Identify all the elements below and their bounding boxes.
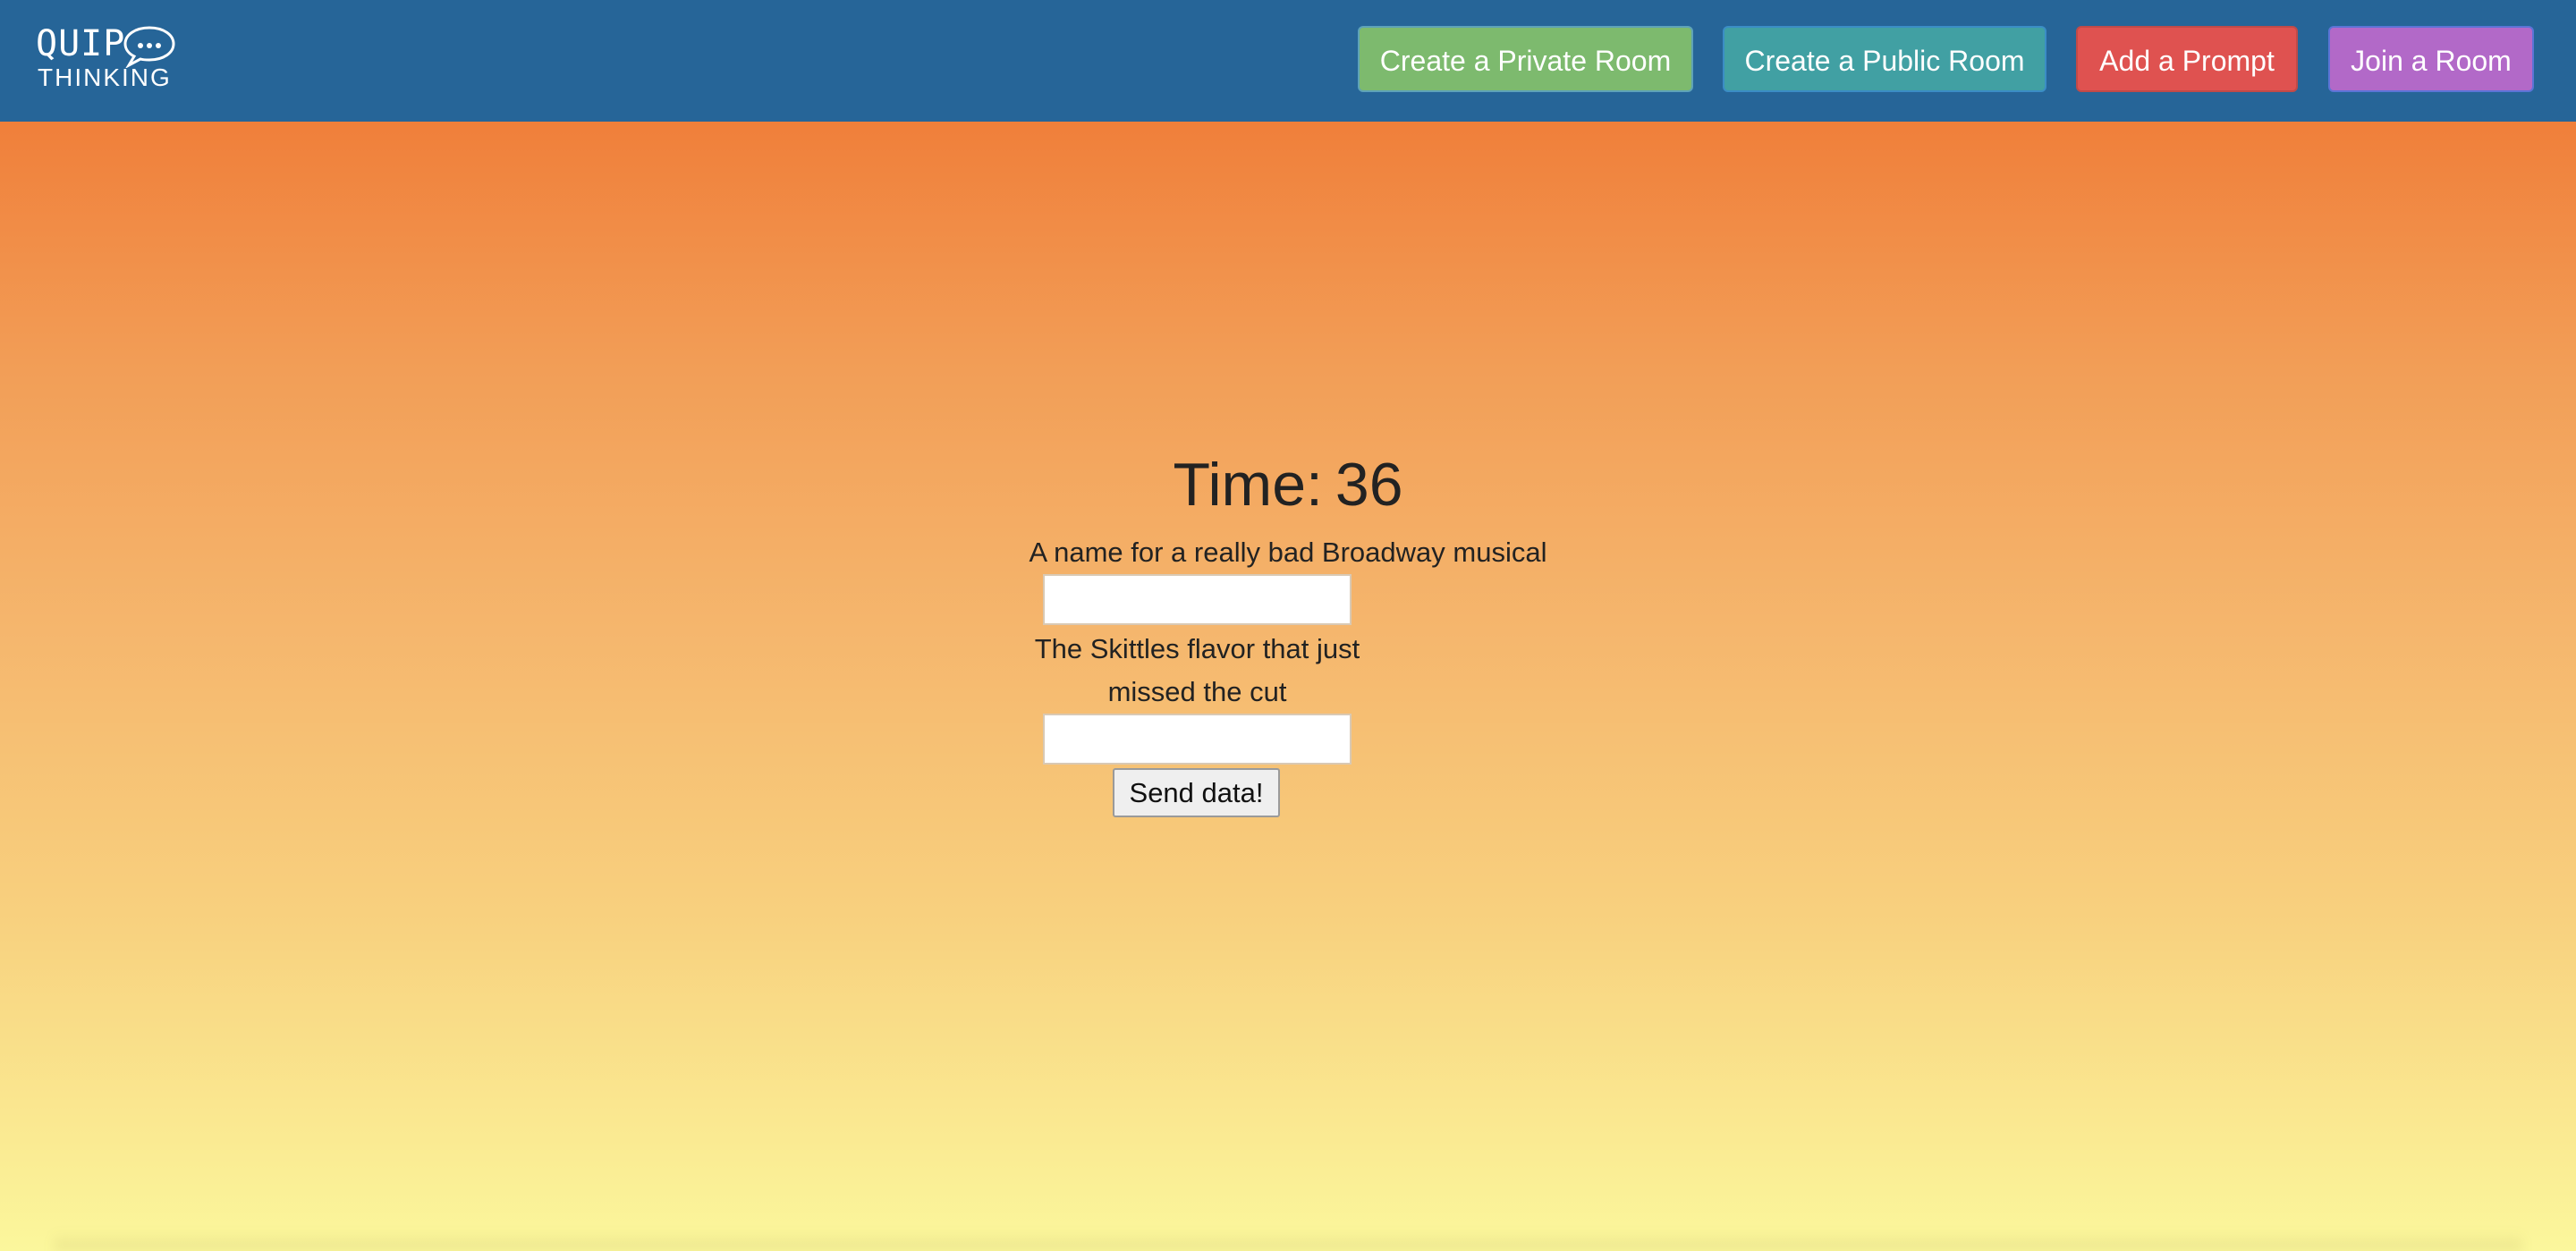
timer-label: Time: (1173, 451, 1323, 519)
logo-wordmark-quip: QUIP (36, 23, 126, 64)
join-room-button[interactable]: Join a Room (2328, 26, 2534, 92)
app-logo[interactable]: QUIP THINKING (36, 23, 179, 95)
answer-input-2[interactable] (1043, 714, 1352, 765)
create-public-room-button[interactable]: Create a Public Room (1723, 26, 2046, 92)
top-navbar: QUIP THINKING Create a Private Room Crea… (0, 0, 2576, 122)
timer: Time: 36 (0, 447, 2576, 522)
create-private-room-button[interactable]: Create a Private Room (1358, 26, 1693, 92)
add-prompt-button[interactable]: Add a Prompt (2076, 26, 2298, 92)
timer-value: 36 (1335, 451, 1403, 519)
prompt-text-1: A name for a really bad Broadway musical (1029, 537, 1547, 568)
speech-bubble-ellipsis-icon (123, 26, 175, 68)
send-data-button[interactable]: Send data! (1113, 768, 1280, 817)
prompt-text-2: The Skittles flavor that just missed the… (1034, 633, 1360, 707)
answer-input-1[interactable] (1043, 574, 1352, 625)
logo-wordmark-thinking: THINKING (38, 63, 172, 91)
